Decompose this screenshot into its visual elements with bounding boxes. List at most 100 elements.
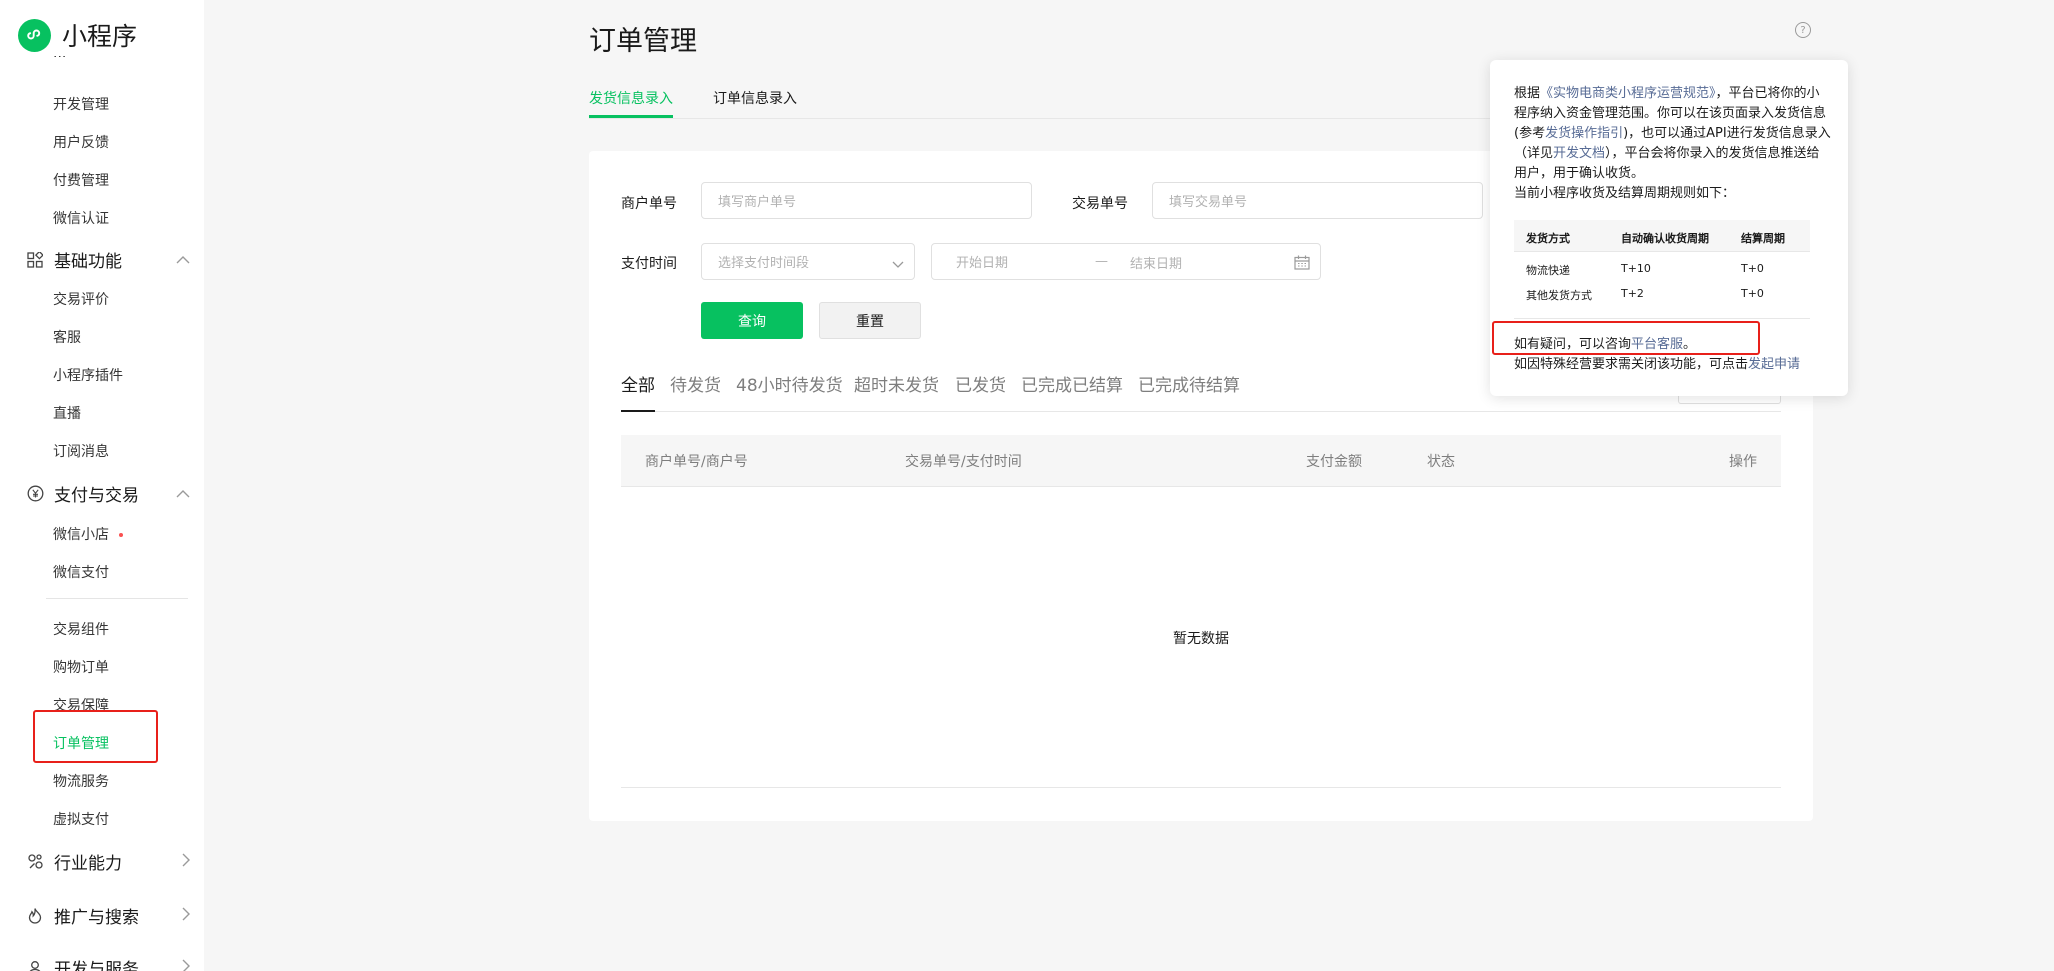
query-button[interactable]: 查询: [701, 302, 803, 339]
table-header: 商户单号/商户号 交易单号/支付时间 支付金额 状态 操作: [621, 435, 1781, 487]
chevron-up-icon: [176, 252, 190, 268]
rules-cell: T+0: [1741, 262, 1764, 275]
sidebar-item-customer-service[interactable]: 客服: [53, 327, 81, 347]
app-logo[interactable]: 小程序: [18, 17, 137, 53]
start-date-placeholder[interactable]: 开始日期: [956, 252, 1008, 271]
calendar-icon: [1294, 255, 1310, 274]
merchant-no-input[interactable]: 填写商户单号: [701, 182, 1032, 219]
sidebar-item-wechat-verify[interactable]: 微信认证: [53, 208, 109, 228]
user-icon: [26, 959, 44, 971]
sidebar-item-label: 微信小店: [53, 527, 109, 543]
sidebar-group-industry[interactable]: 行业能力: [26, 849, 196, 874]
rules-cell: 物流快递: [1526, 264, 1570, 277]
sidebar-item-logistics[interactable]: 物流服务: [53, 771, 109, 791]
grid-icon: [26, 251, 44, 269]
rules-table: 发货方式 自动确认收货周期 结算周期 物流快递 T+10 T+0 其他发货方式 …: [1514, 220, 1810, 306]
end-date-placeholder[interactable]: 结束日期: [1130, 253, 1182, 272]
highlight-box-popover: [1492, 321, 1760, 355]
column-amount: 支付金额: [1306, 454, 1362, 470]
trade-no-input[interactable]: 填写交易单号: [1152, 182, 1483, 219]
active-status-indicator: [621, 410, 655, 412]
sidebar-group-promotion[interactable]: 推广与搜索: [26, 903, 196, 928]
rules-col-receipt: 自动确认收货周期: [1621, 232, 1709, 245]
rules-cell: 其他发货方式: [1526, 289, 1592, 302]
sidebar-item-subscribe-msg[interactable]: 订阅消息: [53, 441, 109, 461]
rules-cell: T+10: [1621, 262, 1651, 275]
empty-state-text: 暂无数据: [1173, 631, 1229, 647]
guide-link[interactable]: 发货操作指引: [1545, 126, 1623, 141]
industry-icon: [26, 853, 44, 871]
sidebar-item-shopping-orders[interactable]: 购物订单: [53, 657, 109, 677]
page-title: 订单管理: [589, 26, 697, 57]
rules-heading: 当前小程序收货及结算周期规则如下：: [1514, 186, 1736, 201]
status-tab-48h-pending[interactable]: 48小时待发货: [736, 371, 843, 396]
sidebar-divider: [46, 598, 188, 599]
rules-row: 物流快递 T+10 T+0: [1514, 256, 1810, 281]
reset-button[interactable]: 重置: [819, 302, 921, 339]
highlight-box-sidebar: [33, 710, 158, 763]
status-tab-pending-settle[interactable]: 已完成待结算: [1138, 371, 1240, 396]
new-badge-dot: [119, 533, 123, 537]
close-text: 如因特殊经营要求需关闭该功能，可点击: [1514, 357, 1749, 372]
popover-divider: [1514, 318, 1810, 319]
popover-close-info: 如因特殊经营要求需关闭该功能，可点击发起申请: [1514, 353, 1800, 372]
status-tab-pending-ship[interactable]: 待发货: [670, 371, 721, 396]
sidebar-group-label: 开发与服务: [54, 960, 139, 971]
chevron-right-icon: [182, 959, 190, 971]
merchant-no-placeholder: 填写商户单号: [718, 195, 797, 210]
chevron-up-icon: [176, 486, 190, 502]
trade-no-placeholder: 填写交易单号: [1169, 195, 1248, 210]
pay-time-select-placeholder: 选择支付时间段: [718, 256, 810, 271]
status-tab-settled[interactable]: 已完成已结算: [1021, 371, 1123, 396]
sidebar-item-dev-manage[interactable]: 开发管理: [53, 94, 109, 114]
help-icon[interactable]: ?: [1795, 22, 1811, 38]
sidebar-item-cutoff[interactable]: ...: [53, 56, 66, 65]
sidebar-item-wechat-pay[interactable]: 微信支付: [53, 562, 109, 582]
sidebar-item-trade-review[interactable]: 交易评价: [53, 289, 109, 309]
apply-link[interactable]: 发起申请: [1748, 357, 1800, 372]
popover-intro: 根据《实物电商类小程序运营规范》，平台已将你的小程序纳入资金管理范围。你可以在该…: [1514, 84, 1832, 204]
sidebar: 小程序 ... 开发管理 用户反馈 付费管理 微信认证 基础功能 交易评价 客服…: [0, 0, 204, 971]
pay-time-label: 支付时间: [621, 256, 677, 272]
table-bottom-border: [621, 787, 1781, 788]
sidebar-group-basic[interactable]: 基础功能: [26, 247, 196, 272]
sidebar-group-label: 支付与交易: [54, 486, 139, 506]
sidebar-group-dev-service[interactable]: 开发与服务: [26, 955, 196, 971]
app-title: 小程序: [62, 22, 138, 51]
date-range-picker[interactable]: 开始日期 — 结束日期: [931, 243, 1321, 280]
sidebar-item-wechat-shop[interactable]: 微信小店: [53, 524, 123, 544]
chevron-right-icon: [182, 853, 190, 871]
tab-order-info[interactable]: 订单信息录入: [713, 88, 797, 108]
trade-no-label: 交易单号: [1072, 196, 1128, 212]
sidebar-item-virtual-pay[interactable]: 虚拟支付: [53, 809, 109, 829]
rules-cell: T+0: [1741, 287, 1764, 300]
rules-cell: T+2: [1621, 287, 1644, 300]
sidebar-group-label: 推广与搜索: [54, 908, 139, 928]
rules-col-settle: 结算周期: [1741, 232, 1785, 245]
rules-popover: 根据《实物电商类小程序运营规范》，平台已将你的小程序纳入资金管理范围。你可以在该…: [1490, 60, 1848, 396]
active-tab-indicator: [589, 115, 673, 118]
tab-shipping-info[interactable]: 发货信息录入: [589, 88, 673, 108]
sidebar-item-trade-component[interactable]: 交易组件: [53, 619, 109, 639]
chevron-right-icon: [182, 907, 190, 925]
sidebar-item-plugins[interactable]: 小程序插件: [53, 365, 123, 385]
sidebar-group-label: 行业能力: [54, 854, 122, 874]
pay-time-select[interactable]: 选择支付时间段: [701, 243, 915, 280]
status-tab-overdue[interactable]: 超时未发货: [854, 371, 939, 396]
rules-link[interactable]: 《实物电商类小程序运营规范》: [1540, 86, 1716, 101]
column-action: 操作: [1729, 454, 1757, 470]
rules-row: 其他发货方式 T+2 T+0: [1514, 281, 1810, 306]
docs-link[interactable]: 开发文档: [1553, 146, 1605, 161]
column-trade-no: 交易单号/支付时间: [905, 454, 1022, 470]
status-tab-all[interactable]: 全部: [621, 371, 655, 396]
column-status: 状态: [1427, 454, 1455, 470]
status-tabs-divider: [621, 411, 1781, 412]
sidebar-item-payment-manage[interactable]: 付费管理: [53, 170, 109, 190]
sidebar-group-payment[interactable]: 支付与交易: [26, 481, 196, 506]
miniprogram-logo-icon: [18, 18, 51, 52]
sidebar-item-live[interactable]: 直播: [53, 403, 81, 423]
chevron-down-icon: [892, 258, 904, 273]
sidebar-item-user-feedback[interactable]: 用户反馈: [53, 132, 109, 152]
merchant-no-label: 商户单号: [621, 196, 677, 212]
status-tab-shipped[interactable]: 已发货: [955, 371, 1006, 396]
